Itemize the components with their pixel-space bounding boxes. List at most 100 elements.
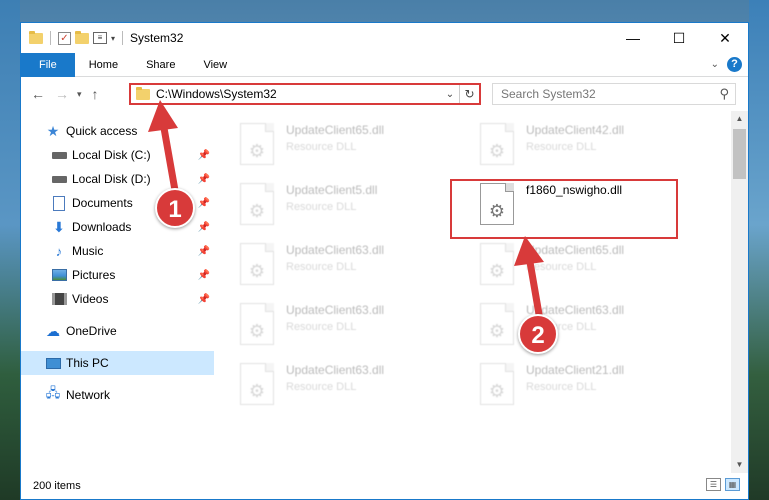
downloads-icon: ⬇ [53, 218, 65, 235]
details-view-icon[interactable]: ☰ [706, 478, 721, 491]
search-box[interactable]: Search System32 ⚲ [492, 83, 736, 105]
scroll-up-arrow-icon[interactable]: ▲ [731, 111, 748, 127]
tab-view[interactable]: View [189, 53, 241, 77]
file-item[interactable]: ⚙ UpdateClient5.dll Resource DLL [234, 179, 466, 231]
file-type: Resource DLL [286, 321, 357, 333]
pin-icon: 📌 [197, 149, 210, 161]
file-item[interactable]: ⚙ UpdateClient21.dll Resource DLL [474, 359, 706, 411]
sidebar-item-label: Pictures [72, 268, 116, 282]
gear-icon: ⚙ [488, 141, 506, 161]
ribbon-right-controls: ⌄ ? [711, 57, 742, 72]
pictures-icon [51, 267, 67, 283]
search-icon[interactable]: ⚲ [719, 86, 729, 102]
sidebar-item-this-pc[interactable]: This PC [21, 351, 214, 375]
vertical-scrollbar[interactable]: ▲ ▼ [731, 111, 748, 473]
step-marker-2: 2 [518, 314, 558, 354]
file-type: Resource DLL [526, 261, 597, 273]
ribbon-tabs: File Home Share View ⌄ ? [21, 52, 748, 77]
window-controls: — ☐ ✕ [610, 23, 748, 53]
address-path[interactable]: C:\Windows\System32 [156, 87, 441, 101]
dll-file-icon: ⚙ [480, 123, 514, 165]
toolbar-dropdown-arrow[interactable]: ▾ [111, 34, 115, 43]
dll-file-icon: ⚙ [480, 303, 514, 345]
sidebar-item-label: Network [66, 388, 111, 402]
sidebar-item-label: Local Disk (D:) [72, 172, 151, 186]
file-name: UpdateClient65.dll [286, 123, 385, 137]
gear-icon: ⚙ [248, 201, 266, 221]
tab-home[interactable]: Home [75, 53, 132, 77]
back-arrow-icon[interactable]: ← [31, 86, 45, 102]
sidebar-item-local-disk-c[interactable]: Local Disk (C:) 📌 [21, 143, 214, 167]
pin-icon: 📌 [197, 173, 210, 185]
tiles-view-icon[interactable]: ▦ [725, 478, 740, 491]
file-type: Resource DLL [286, 141, 357, 153]
up-arrow-icon[interactable]: ↑ [92, 86, 99, 102]
onedrive-cloud-icon: ☁ [46, 322, 60, 339]
folder-icon [136, 86, 150, 100]
desktop-background-right [749, 0, 769, 500]
file-item[interactable]: ⚙ UpdateClient65.dll Resource DLL [474, 239, 706, 291]
file-item[interactable]: ⚙ UpdateClient63.dll Resource DLL [474, 299, 706, 351]
music-icon: ♪ [55, 243, 63, 259]
quick-access-toolbar: ✓ ≡ ▾ [21, 30, 126, 45]
minimize-button[interactable]: — [610, 23, 656, 53]
tab-file[interactable]: File [21, 52, 75, 77]
file-item[interactable]: ⚙ UpdateClient63.dll Resource DLL [234, 299, 466, 351]
sidebar-item-quick-access[interactable]: ★ Quick access [21, 119, 214, 143]
file-explorer-window: ✓ ≡ ▾ System32 — ☐ ✕ File Home Share Vie… [20, 22, 749, 500]
navigation-pane: ★ Quick access Local Disk (C:) 📌 Local D… [21, 111, 214, 473]
sidebar-item-videos[interactable]: Videos 📌 [21, 287, 214, 311]
star-icon: ★ [46, 122, 60, 139]
sidebar-item-label: OneDrive [66, 324, 117, 338]
file-item[interactable]: ⚙ UpdateClient42.dll Resource DLL [474, 119, 706, 171]
dll-file-icon: ⚙ [480, 363, 514, 405]
customize-toolbar-icon[interactable]: ≡ [93, 32, 107, 44]
search-input[interactable]: Search System32 [501, 87, 596, 101]
forward-arrow-icon[interactable]: → [55, 86, 69, 102]
recent-locations-chevron-icon[interactable]: ▾ [77, 89, 82, 100]
file-item[interactable]: ⚙ UpdateClient65.dll Resource DLL [234, 119, 466, 171]
view-switcher: ☰ ▦ [706, 478, 740, 491]
drive-icon [51, 171, 67, 187]
item-count: 200 items [33, 480, 81, 492]
tab-share[interactable]: Share [132, 53, 189, 77]
sidebar-item-pictures[interactable]: Pictures 📌 [21, 263, 214, 287]
file-name: UpdateClient5.dll [286, 183, 378, 197]
network-icon: 🖧 [45, 385, 61, 400]
file-item[interactable]: ⚙ UpdateClient63.dll Resource DLL [234, 239, 466, 291]
file-name: UpdateClient63.dll [286, 303, 385, 317]
pin-icon: 📌 [197, 221, 210, 233]
refresh-icon[interactable]: ↻ [459, 85, 479, 103]
close-button[interactable]: ✕ [702, 23, 748, 53]
properties-check-icon[interactable]: ✓ [58, 31, 71, 45]
address-bar[interactable]: C:\Windows\System32 ⌄ ↻ [129, 83, 481, 105]
file-name: UpdateClient42.dll [526, 123, 625, 137]
scroll-down-arrow-icon[interactable]: ▼ [731, 457, 748, 473]
sidebar-item-music[interactable]: ♪ Music 📌 [21, 239, 214, 263]
dll-file-icon: ⚙ [240, 243, 274, 285]
scroll-thumb[interactable] [733, 129, 746, 179]
new-folder-icon[interactable] [75, 30, 89, 44]
file-highlight-box [450, 179, 678, 239]
dll-file-icon: ⚙ [240, 363, 274, 405]
sidebar-item-network[interactable]: 🖧 Network [21, 383, 214, 407]
maximize-button[interactable]: ☐ [656, 23, 702, 53]
file-item[interactable]: ⚙ UpdateClient63.dll Resource DLL [234, 359, 466, 411]
gear-icon: ⚙ [488, 381, 506, 401]
drive-icon [51, 147, 67, 163]
gear-icon: ⚙ [488, 321, 506, 341]
address-dropdown-chevron-icon[interactable]: ⌄ [441, 89, 459, 100]
help-icon[interactable]: ? [727, 57, 742, 72]
dll-file-icon: ⚙ [240, 303, 274, 345]
sidebar-item-label: This PC [66, 356, 109, 370]
sidebar-item-label: Videos [72, 292, 109, 306]
sidebar-item-label: Downloads [72, 220, 132, 234]
expand-ribbon-chevron-icon[interactable]: ⌄ [711, 59, 719, 70]
sidebar-item-onedrive[interactable]: ☁ OneDrive [21, 319, 214, 343]
gear-icon: ⚙ [248, 261, 266, 281]
sidebar-item-local-disk-d[interactable]: Local Disk (D:) 📌 [21, 167, 214, 191]
file-name: UpdateClient63.dll [286, 363, 385, 377]
file-name: UpdateClient21.dll [526, 363, 625, 377]
pin-icon: 📌 [197, 197, 210, 209]
